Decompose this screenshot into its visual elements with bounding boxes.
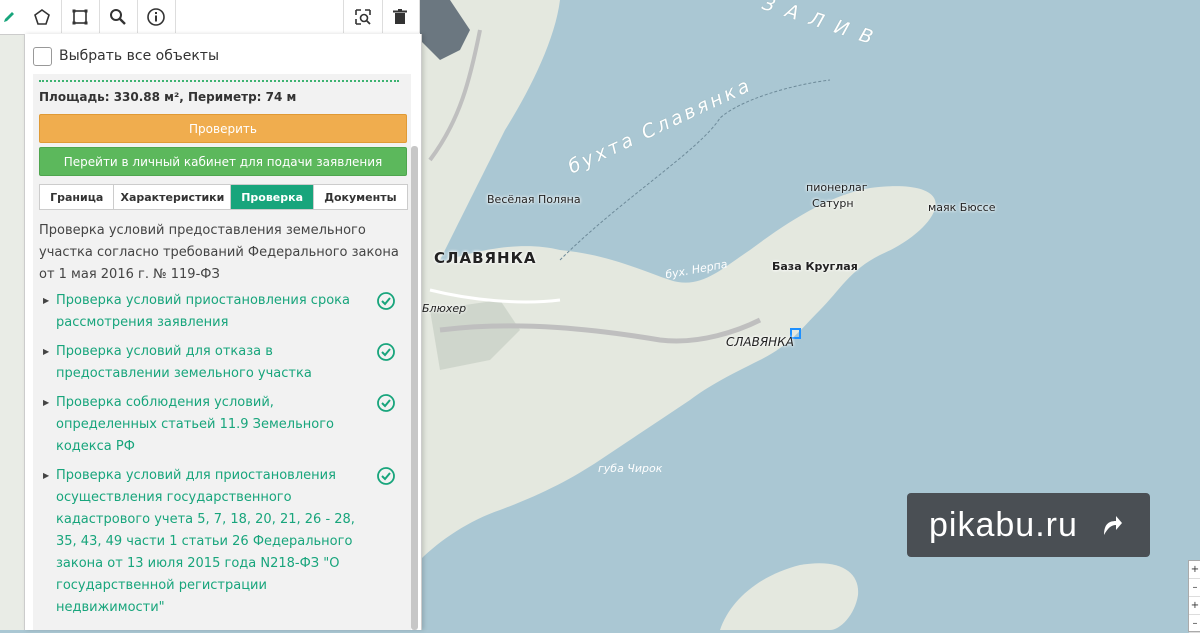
check-ok-icon (377, 292, 395, 310)
zoom-out-button[interactable]: – (1189, 615, 1200, 633)
area-perimeter-text: Площадь: 330.88 м², Периметр: 74 м (39, 90, 297, 104)
toolbar (0, 0, 420, 35)
share-arrow-icon (1103, 516, 1122, 535)
check-item-label[interactable]: Проверка соблюдения условий, определенны… (56, 395, 334, 454)
map-label-slavyanka-small: СЛАВЯНКА (726, 335, 794, 349)
map-label-chirok: губа Чирок (598, 462, 663, 475)
zoom-in-button[interactable]: + (1189, 561, 1200, 579)
map-label-baza: База Круглая (772, 260, 858, 273)
check-ok-icon (377, 394, 395, 412)
goto-cabinet-button[interactable]: Перейти в личный кабинет для подачи заяв… (39, 147, 407, 176)
check-list: ▶ Проверка условий приостановления срока… (39, 290, 409, 626)
check-item-label[interactable]: Проверка условий приостановления срока р… (56, 293, 350, 330)
check-button[interactable]: Проверить (39, 114, 407, 143)
object-row-cutoff (39, 74, 399, 82)
map-label-saturn: Сатурн (812, 197, 854, 210)
watermark-text: pikabu.ru (929, 505, 1078, 544)
object-details: Площадь: 330.88 м², Периметр: 74 м Прове… (33, 74, 411, 630)
check-item[interactable]: ▶ Проверка условий для отказа в предоста… (39, 341, 409, 385)
zoom-controls: + – + – (1188, 560, 1200, 633)
check-item-label[interactable]: Проверка условий для отказа в предоставл… (56, 344, 312, 381)
check-item[interactable]: ▶ Проверка условий приостановления срока… (39, 290, 409, 334)
zoom-in-button[interactable]: + (1189, 597, 1200, 615)
map-label-blyuher: Блюхер (422, 302, 467, 315)
expand-arrow-icon[interactable]: ▶ (43, 465, 49, 487)
expand-arrow-icon[interactable]: ▶ (43, 290, 49, 312)
panel-scrollbar[interactable] (411, 146, 418, 630)
zoom-out-button[interactable]: – (1189, 579, 1200, 597)
search-icon[interactable] (99, 0, 138, 33)
tabs: Граница Характеристики Проверка Документ… (39, 184, 408, 210)
edit-icon[interactable] (0, 0, 18, 33)
zoom-area-icon[interactable] (343, 0, 383, 33)
map-left-strip (0, 34, 24, 630)
rectangle-icon[interactable] (61, 0, 100, 33)
info-icon[interactable] (137, 0, 176, 33)
expand-arrow-icon[interactable]: ▶ (43, 392, 49, 414)
check-item[interactable]: ▶ Проверка условий для приостановления о… (39, 465, 409, 619)
trash-icon[interactable] (381, 0, 420, 33)
check-description: Проверка условий предоставления земельно… (39, 223, 399, 282)
check-item-label[interactable]: Проверка условий для приостановления осу… (56, 468, 355, 615)
map-label-pionerlag: пионерлаг (806, 181, 868, 194)
object-panel: Выбрать все объекты Площадь: 330.88 м², … (24, 34, 422, 630)
map-label-mayak: маяк Бюссе (928, 201, 996, 214)
pikabu-watermark: pikabu.ru (907, 493, 1150, 557)
tab-characteristics[interactable]: Характеристики (114, 185, 232, 209)
map-label-slavyanka-city: СЛАВЯНКА (434, 249, 537, 267)
map-label-vesyolaya: Весёлая Поляна (487, 193, 581, 206)
check-item[interactable]: ▶ Проверка соблюдения условий, определен… (39, 392, 409, 458)
tab-boundary[interactable]: Граница (40, 185, 115, 209)
tab-check[interactable]: Проверка (231, 185, 314, 209)
select-all-label: Выбрать все объекты (59, 48, 219, 64)
check-ok-icon (377, 343, 395, 361)
polygon-icon[interactable] (23, 0, 62, 33)
expand-arrow-icon[interactable]: ▶ (43, 341, 49, 363)
tab-documents[interactable]: Документы (314, 185, 407, 209)
select-all-row[interactable]: Выбрать все объекты (33, 46, 219, 66)
select-all-checkbox[interactable] (33, 46, 52, 66)
check-ok-icon (377, 467, 395, 485)
